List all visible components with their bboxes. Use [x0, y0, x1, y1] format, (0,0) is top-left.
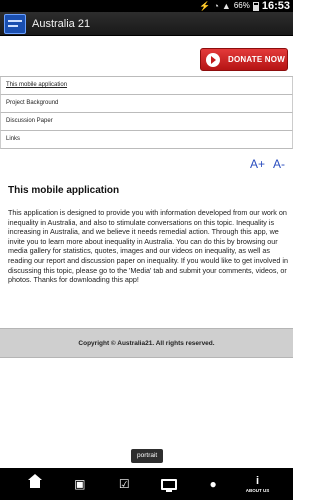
- nav-item-links[interactable]: Links: [0, 131, 293, 149]
- tab-toolbox[interactable]: ▣: [67, 470, 93, 498]
- tab-media[interactable]: [156, 470, 182, 498]
- home-icon: [28, 474, 43, 489]
- status-icons: ⚡ ◔ ▲ 66% 16:53: [199, 0, 293, 12]
- donate-button-label: DONATE NOW: [228, 55, 285, 64]
- section-nav: This mobile application Project Backgrou…: [0, 76, 293, 149]
- battery-percent: 66%: [233, 1, 250, 10]
- nav-item-discussion-paper[interactable]: Discussion Paper: [0, 113, 293, 131]
- status-bar: ⚡ ◔ ▲ 66% 16:53: [0, 0, 293, 12]
- toolbox-icon: ▣: [74, 477, 86, 491]
- app-title: Australia 21: [32, 18, 91, 30]
- wifi-icon: ◔: [213, 1, 219, 11]
- donate-button[interactable]: DONATE NOW: [200, 48, 288, 71]
- font-decrease-button[interactable]: A-: [273, 157, 285, 171]
- tab-home[interactable]: [22, 470, 48, 498]
- copyright-footer: Copyright © Australia21. All rights rese…: [0, 328, 293, 358]
- nav-item-project-background[interactable]: Project Background: [0, 95, 293, 113]
- nav-item-mobile-application[interactable]: This mobile application: [0, 77, 293, 95]
- document-icon: ☑: [118, 477, 130, 491]
- action-bar: Australia 21: [0, 12, 293, 36]
- tab-about-us[interactable]: i ABOUT US: [245, 470, 271, 498]
- orientation-toast: portrait: [131, 449, 164, 463]
- tv-icon: [160, 478, 177, 492]
- about-us-label: ABOUT US: [245, 487, 270, 493]
- info-icon: i: [256, 474, 260, 487]
- tab-document[interactable]: ☑: [111, 470, 137, 498]
- chat-icon: ●: [209, 477, 217, 491]
- usb-icon: ⚡: [199, 1, 211, 11]
- battery-icon: [252, 1, 259, 11]
- app-logo-icon[interactable]: [4, 14, 26, 34]
- arrow-right-icon: [206, 52, 220, 67]
- tab-discussion[interactable]: ●: [200, 470, 226, 498]
- content-title: This mobile application: [8, 185, 120, 196]
- signal-icon: ▲: [221, 1, 231, 11]
- status-time: 16:53: [261, 0, 290, 12]
- bottom-tab-bar: ▣ ☑ ● i ABOUT US: [0, 468, 293, 500]
- content-body: This application is designed to provide …: [8, 208, 288, 285]
- font-increase-button[interactable]: A+: [250, 157, 265, 171]
